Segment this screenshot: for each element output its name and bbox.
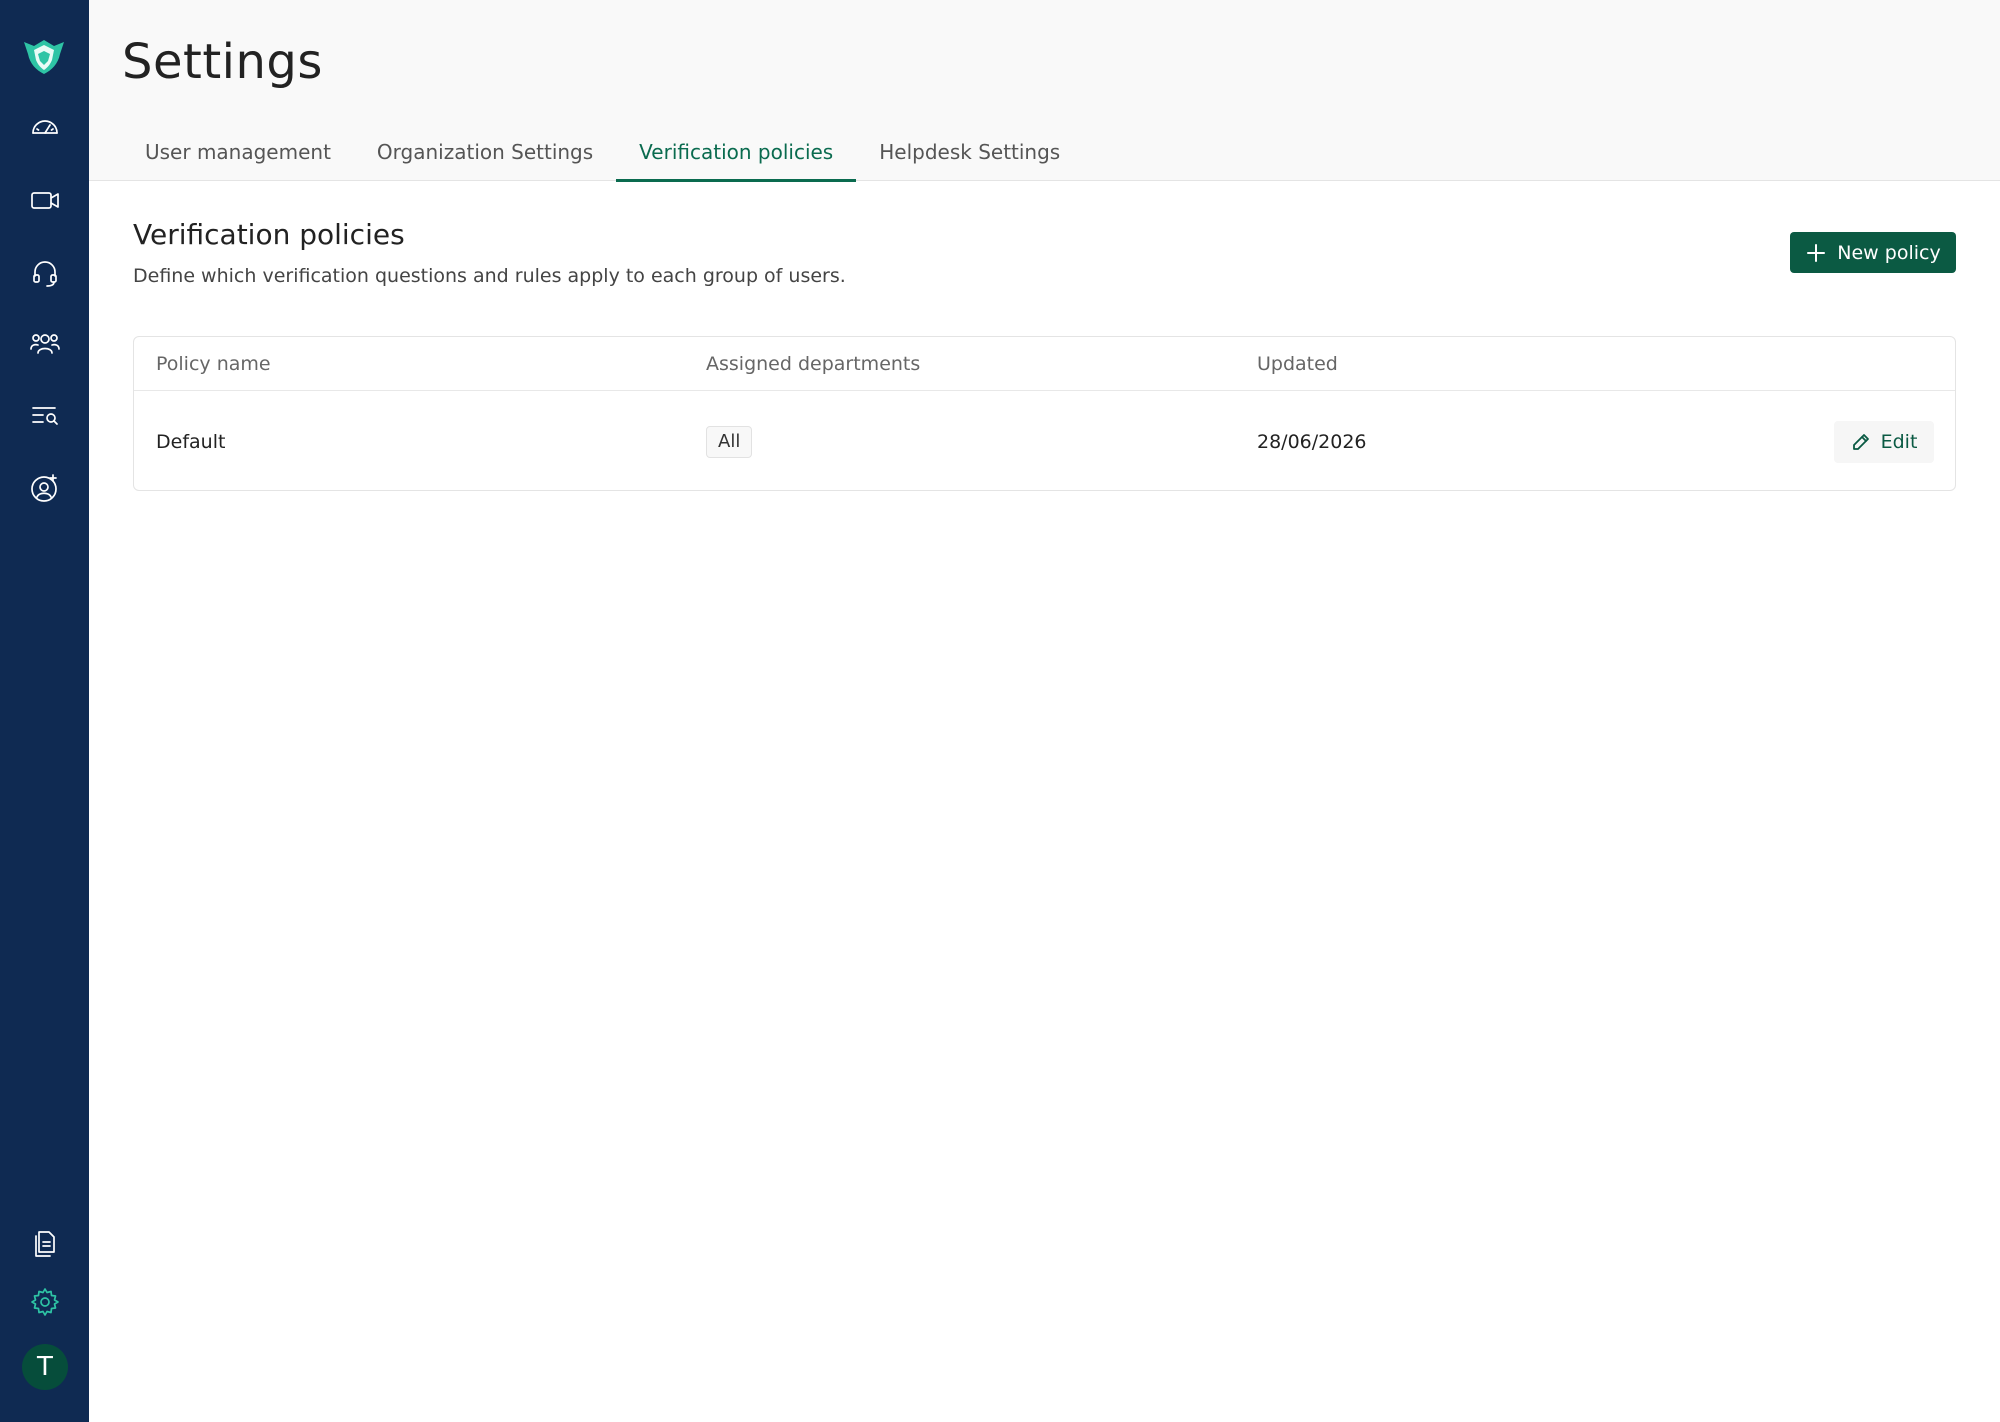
tab-user-management[interactable]: User management [122,128,354,181]
users-group-icon[interactable] [22,320,68,366]
column-header-policy-name: Policy name [156,353,271,375]
search-list-icon[interactable] [22,392,68,438]
page-header: Settings User management Organization Se… [89,0,2000,182]
video-camera-icon[interactable] [22,177,68,223]
department-badge: All [706,426,753,458]
headset-icon[interactable] [22,250,68,296]
policy-name-cell: Default [156,431,226,453]
documents-icon[interactable] [22,1221,68,1267]
settings-tabs: User management Organization Settings Ve… [122,128,1083,182]
avatar[interactable]: T [22,1344,68,1390]
pencil-icon [1852,434,1869,450]
page-title: Settings [122,34,323,90]
gear-icon[interactable] [22,1279,68,1325]
column-header-updated: Updated [1257,353,1338,375]
shield-logo-icon[interactable] [20,32,68,80]
sidebar: T [0,0,89,1422]
edit-policy-button[interactable]: Edit [1834,421,1934,463]
table-header: Policy name Assigned departments Updated [134,337,1955,391]
new-policy-label: New policy [1837,241,1941,264]
user-add-icon[interactable] [22,465,68,511]
dashboard-gauge-icon[interactable] [22,104,68,150]
column-header-assigned-departments: Assigned departments [706,353,921,375]
updated-date-cell: 28/06/2026 [1257,431,1367,453]
section-title: Verification policies [133,218,405,251]
edit-label: Edit [1880,431,1918,453]
plus-icon [1807,243,1826,262]
tab-helpdesk-settings[interactable]: Helpdesk Settings [856,128,1083,181]
new-policy-button[interactable]: New policy [1790,232,1956,273]
policies-table: Policy name Assigned departments Updated… [133,336,1956,491]
tab-organization-settings[interactable]: Organization Settings [354,128,616,181]
avatar-initial: T [37,1352,53,1382]
section-description: Define which verification questions and … [133,265,846,287]
tab-verification-policies[interactable]: Verification policies [616,128,857,182]
